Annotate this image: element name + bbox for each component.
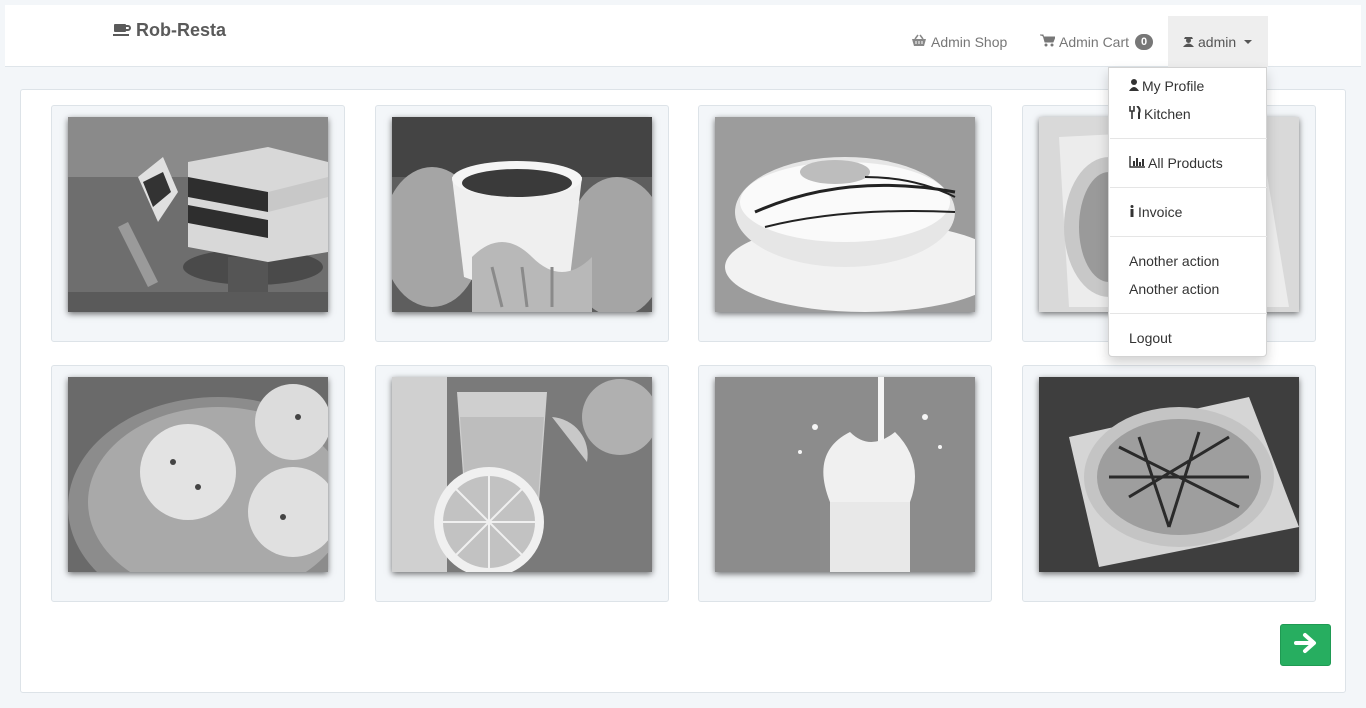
menu-item-label: My Profile <box>1142 78 1205 94</box>
menu-divider <box>1110 187 1267 188</box>
menu-divider <box>1110 138 1267 139</box>
cart-icon <box>1040 34 1056 50</box>
next-page-button[interactable] <box>1280 624 1331 666</box>
menu-item-label: Another action <box>1129 253 1220 269</box>
menu-item-kitchen[interactable]: Kitchen <box>1129 104 1191 124</box>
user-dropdown-menu: My Profile Kitchen All Products Invoice … <box>1108 67 1267 357</box>
brand-link[interactable]: Rob-Resta <box>113 19 226 41</box>
basket-icon <box>911 34 927 50</box>
menu-item-another-action[interactable]: Another action <box>1129 251 1219 271</box>
nav-admin-shop-label: Admin Shop <box>931 33 1008 50</box>
bar-chart-icon <box>1129 155 1145 171</box>
coffee-cup-icon <box>113 23 131 37</box>
brand-name: Rob-Resta <box>136 19 227 40</box>
user-secret-icon <box>1183 34 1194 50</box>
menu-item-label: Kitchen <box>1144 106 1191 122</box>
product-card[interactable] <box>1022 365 1316 602</box>
user-menu-label: admin <box>1198 33 1237 50</box>
product-card[interactable] <box>51 365 345 602</box>
product-image-chocolate-cake[interactable] <box>68 117 328 312</box>
user-menu-toggle[interactable]: admin <box>1168 16 1268 67</box>
menu-item-another-action[interactable]: Another action <box>1129 279 1219 299</box>
menu-divider <box>1110 313 1267 314</box>
product-image-orange-juice[interactable] <box>392 377 652 572</box>
nav-admin-shop[interactable]: Admin Shop <box>911 16 1007 67</box>
product-image-pizza[interactable] <box>1039 377 1299 572</box>
product-image-tea-cup[interactable] <box>392 117 652 312</box>
product-image-milk-splash[interactable] <box>715 377 975 572</box>
menu-item-invoice[interactable]: Invoice <box>1129 202 1182 222</box>
nav-admin-cart-label: Admin Cart <box>1059 33 1130 50</box>
chevron-down-icon <box>1244 39 1253 44</box>
user-icon <box>1129 78 1139 94</box>
product-card[interactable] <box>375 105 669 342</box>
product-image-ice-cream[interactable] <box>68 377 328 572</box>
menu-item-logout[interactable]: Logout <box>1129 328 1172 348</box>
menu-item-label: All Products <box>1148 155 1223 171</box>
cart-count-badge: 0 <box>1135 33 1154 50</box>
product-card[interactable] <box>375 365 669 602</box>
menu-divider <box>1110 236 1267 237</box>
menu-item-my-profile[interactable]: My Profile <box>1129 76 1204 96</box>
menu-item-label: Logout <box>1129 330 1172 346</box>
top-navbar: Rob-Resta Admin Shop Admin Cart 0 admin <box>5 5 1361 67</box>
info-icon <box>1129 204 1135 220</box>
menu-item-label: Another action <box>1129 281 1220 297</box>
product-card[interactable] <box>698 105 992 342</box>
product-card[interactable] <box>698 365 992 602</box>
menu-item-label: Invoice <box>1138 204 1183 220</box>
cutlery-icon <box>1129 105 1141 122</box>
nav-admin-cart[interactable]: Admin Cart 0 <box>1040 16 1154 67</box>
menu-item-all-products[interactable]: All Products <box>1129 153 1223 173</box>
product-image-donut[interactable] <box>715 117 975 312</box>
arrow-right-icon <box>1293 632 1318 659</box>
product-card[interactable] <box>51 105 345 342</box>
